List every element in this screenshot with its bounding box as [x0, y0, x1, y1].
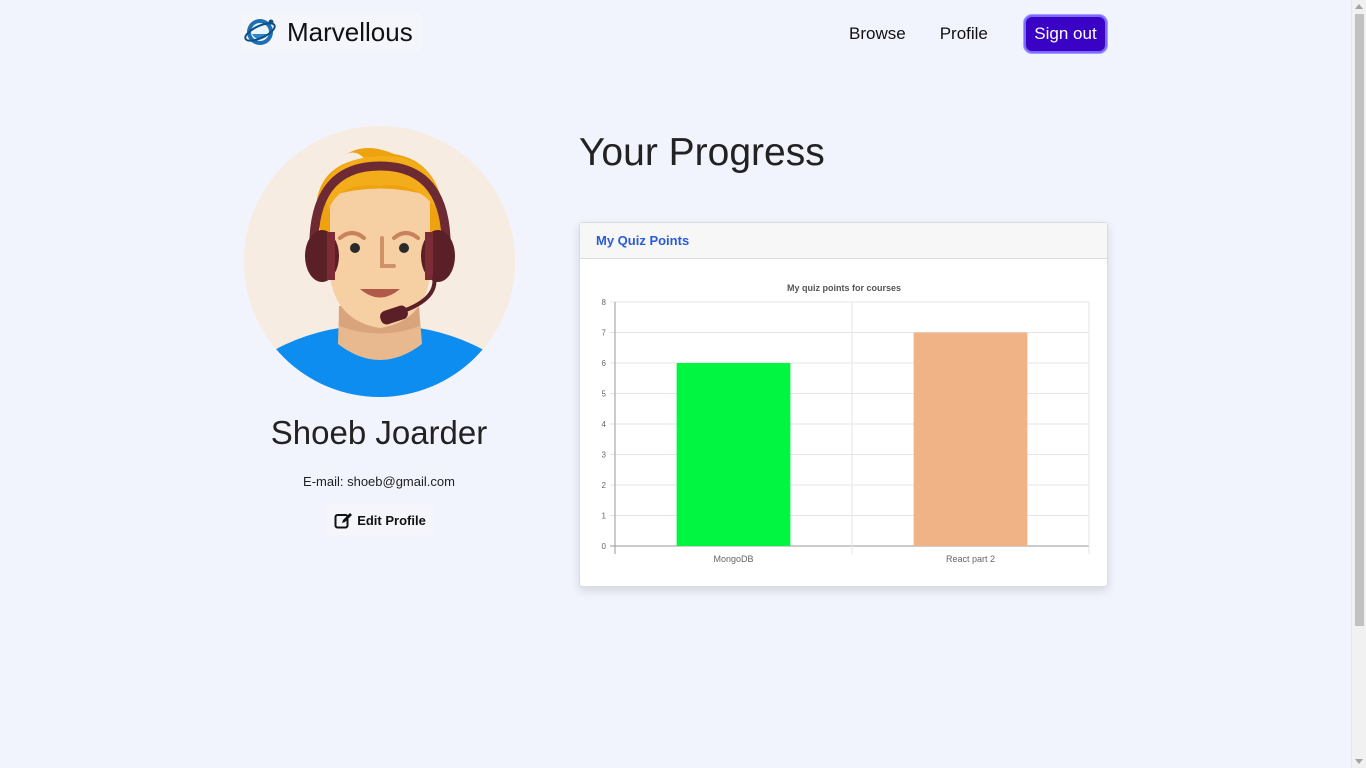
quiz-points-chart: My quiz points for courses 0 1 2 3 4 5 6 7 8 Mong… [580, 259, 1107, 586]
edit-icon [334, 512, 353, 528]
edit-profile-label: Edit Profile [357, 512, 426, 528]
y-tick-label: 6 [602, 359, 607, 368]
avatar [244, 126, 515, 397]
chart-svg: My quiz points for courses 0 1 2 3 4 5 6 7 8 Mong… [602, 283, 1090, 564]
brand-logo-link[interactable]: Marvellous [241, 12, 421, 52]
quiz-points-card: My Quiz Points My quiz points for course… [579, 222, 1108, 587]
scroll-down-arrow-icon[interactable] [1355, 759, 1363, 764]
avatar-illustration [244, 126, 515, 397]
user-name: Shoeb Joarder [270, 414, 488, 451]
nav-browse-link[interactable]: Browse [835, 14, 920, 54]
y-tick-label: 4 [602, 420, 607, 429]
y-tick-label: 1 [602, 512, 607, 521]
page-scrollbar[interactable] [1351, 0, 1366, 768]
y-tick-label: 5 [602, 390, 607, 399]
navbar: Marvellous Browse Profile Sign out [0, 0, 1351, 66]
x-tick-label: React part 2 [946, 554, 995, 564]
brand-name: Marvellous [287, 16, 413, 47]
nav-profile-link[interactable]: Profile [926, 14, 1002, 54]
user-email: E-mail: shoeb@gmail.com [303, 474, 455, 489]
y-tick-label: 8 [602, 298, 607, 307]
y-tick-label: 7 [602, 329, 607, 338]
scrollbar-thumb[interactable] [1355, 14, 1364, 626]
y-tick-label: 0 [602, 542, 607, 551]
planet-logo-icon [244, 19, 276, 45]
chart-title: My quiz points for courses [787, 283, 901, 293]
sign-out-button[interactable]: Sign out [1024, 15, 1107, 53]
card-title: My Quiz Points [580, 223, 1107, 259]
page-title: Your Progress [579, 131, 825, 174]
bar-mongodb[interactable] [676, 363, 791, 546]
scroll-up-arrow-icon[interactable] [1355, 4, 1363, 9]
y-tick-label: 2 [602, 481, 607, 490]
bar-react-part-2[interactable] [913, 332, 1028, 547]
x-tick-label: MongoDB [713, 554, 753, 564]
y-tick-label: 3 [602, 451, 607, 460]
nav-links: Browse Profile [835, 14, 1002, 54]
edit-profile-button[interactable]: Edit Profile [326, 505, 434, 535]
